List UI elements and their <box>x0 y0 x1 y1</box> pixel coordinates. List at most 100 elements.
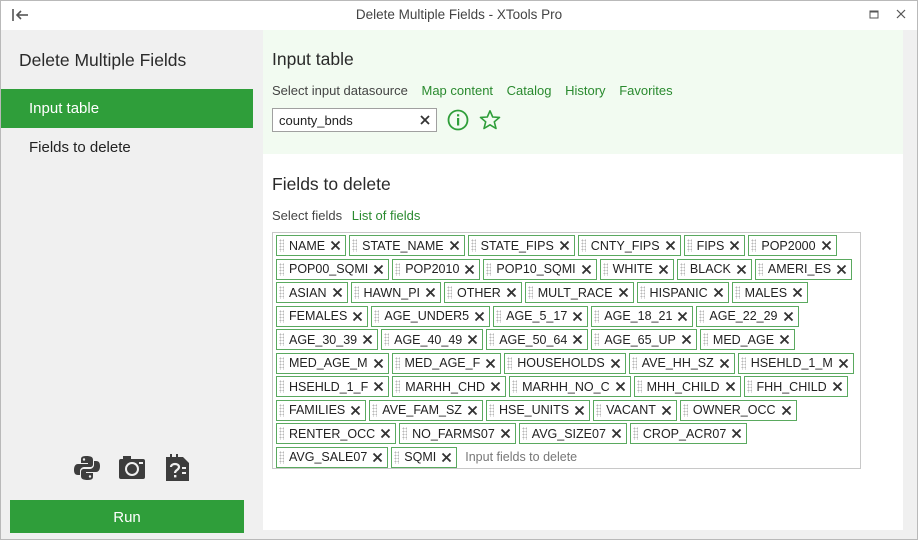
drag-handle-icon[interactable] <box>580 239 586 252</box>
fields-selector[interactable]: NAME STATE_NAME STATE_FIPS CNTY_FIPS FIPS POP… <box>272 232 861 469</box>
field-chip[interactable]: MHH_CHILD <box>633 376 741 397</box>
drag-handle-icon[interactable] <box>279 427 284 440</box>
drag-handle-icon[interactable] <box>686 239 692 252</box>
drag-handle-icon[interactable] <box>374 309 380 323</box>
remove-field-icon[interactable] <box>778 333 791 346</box>
remove-field-icon[interactable] <box>835 263 848 276</box>
remove-field-icon[interactable] <box>329 239 342 252</box>
remove-field-icon[interactable] <box>712 286 725 299</box>
field-chip[interactable]: ASIAN <box>276 282 348 303</box>
scrollbar[interactable] <box>903 30 917 539</box>
remove-field-icon[interactable] <box>660 404 673 417</box>
field-chip[interactable]: FHH_CHILD <box>743 376 848 397</box>
field-chip[interactable]: MED_AGE <box>699 329 796 350</box>
remove-field-icon[interactable] <box>573 404 586 417</box>
remove-field-icon[interactable] <box>735 263 748 276</box>
field-chip[interactable]: STATE_FIPS <box>467 235 575 256</box>
field-chip[interactable]: CROP_ACR07 <box>629 423 748 444</box>
field-chip[interactable]: NAME <box>276 235 347 256</box>
remove-field-icon[interactable] <box>728 239 741 252</box>
field-chip[interactable]: NO_FARMS07 <box>399 423 516 444</box>
remove-field-icon[interactable] <box>676 310 689 323</box>
drag-handle-icon[interactable] <box>757 262 763 276</box>
field-chip[interactable]: HOUSEHOLDS <box>504 352 626 374</box>
field-chip[interactable]: AGE_30_39 <box>276 329 379 350</box>
field-chip[interactable]: FIPS <box>683 235 746 256</box>
drag-handle-icon[interactable] <box>279 403 284 417</box>
remove-field-icon[interactable] <box>379 427 392 440</box>
field-chip[interactable]: AMERI_ES <box>754 258 853 280</box>
field-chip[interactable]: AGE_50_64 <box>486 329 589 350</box>
remove-field-icon[interactable] <box>571 333 584 346</box>
drag-handle-icon[interactable] <box>447 286 453 299</box>
drag-handle-icon[interactable] <box>352 239 358 252</box>
remove-field-icon[interactable] <box>371 451 384 464</box>
field-chip[interactable]: FAMILIES <box>276 399 367 421</box>
field-chip[interactable]: AVE_FAM_SZ <box>369 399 483 421</box>
remove-field-icon[interactable] <box>831 380 844 393</box>
field-chip[interactable]: MALES <box>731 282 809 303</box>
drag-handle-icon[interactable] <box>527 286 533 299</box>
field-chip[interactable]: MARHH_NO_C <box>509 376 631 397</box>
remove-field-icon[interactable] <box>730 427 743 440</box>
remove-field-icon[interactable] <box>558 239 571 252</box>
field-chip[interactable]: HSE_UNITS <box>485 399 591 421</box>
field-chip[interactable]: BLACK <box>676 258 752 280</box>
remove-field-icon[interactable] <box>610 427 623 440</box>
remove-field-icon[interactable] <box>499 427 512 440</box>
field-chip[interactable]: VACANT <box>593 399 677 421</box>
drag-handle-icon[interactable] <box>632 427 638 440</box>
drag-handle-icon[interactable] <box>639 286 645 299</box>
field-chip[interactable]: AVG_SIZE07 <box>518 423 627 444</box>
drag-handle-icon[interactable] <box>353 286 359 299</box>
remove-field-icon[interactable] <box>614 380 627 393</box>
remove-field-icon[interactable] <box>331 286 344 299</box>
favorite-star-icon[interactable] <box>479 109 501 131</box>
remove-field-icon[interactable] <box>466 333 479 346</box>
drag-handle-icon[interactable] <box>279 356 284 370</box>
drag-handle-icon[interactable] <box>486 262 492 276</box>
remove-field-icon[interactable] <box>657 263 670 276</box>
field-chip[interactable]: AGE_40_49 <box>381 329 484 350</box>
help-document-icon[interactable] <box>163 453 191 483</box>
drag-handle-icon[interactable] <box>636 380 642 393</box>
remove-field-icon[interactable] <box>571 310 584 323</box>
drag-handle-icon[interactable] <box>596 403 602 417</box>
field-chip[interactable]: MULT_RACE <box>524 282 634 303</box>
drag-handle-icon[interactable] <box>512 380 518 393</box>
field-chip[interactable]: POP2000 <box>748 235 837 256</box>
field-chip[interactable]: AVE_HH_SZ <box>628 352 735 374</box>
favorites-link[interactable]: Favorites <box>619 83 672 98</box>
drag-handle-icon[interactable] <box>496 309 502 323</box>
field-chip[interactable]: RENTER_OCC <box>276 423 397 444</box>
drag-handle-icon[interactable] <box>521 427 527 440</box>
drag-handle-icon[interactable] <box>279 262 284 276</box>
drag-handle-icon[interactable] <box>594 309 600 323</box>
remove-field-icon[interactable] <box>466 404 479 417</box>
field-chip[interactable]: AGE_65_UP <box>591 329 697 350</box>
close-icon[interactable] <box>894 6 908 22</box>
fields-input-placeholder[interactable]: Input fields to delete <box>465 446 577 469</box>
remove-field-icon[interactable] <box>361 333 374 346</box>
info-icon[interactable] <box>447 109 469 131</box>
run-button[interactable]: Run <box>10 500 244 533</box>
drag-handle-icon[interactable] <box>279 239 284 252</box>
drag-handle-icon[interactable] <box>734 286 740 299</box>
field-chip[interactable]: POP00_SQMI <box>276 258 390 280</box>
field-chip[interactable]: AGE_18_21 <box>591 305 694 327</box>
drag-handle-icon[interactable] <box>395 262 401 276</box>
drag-handle-icon[interactable] <box>394 450 400 464</box>
remove-field-icon[interactable] <box>463 263 476 276</box>
drag-handle-icon[interactable] <box>699 309 705 323</box>
remove-field-icon[interactable] <box>820 239 833 252</box>
drag-handle-icon[interactable] <box>746 380 752 393</box>
drag-handle-icon[interactable] <box>372 403 378 417</box>
field-chip[interactable]: POP2010 <box>392 258 481 280</box>
remove-field-icon[interactable] <box>580 263 593 276</box>
field-chip[interactable]: AGE_22_29 <box>696 305 799 327</box>
drag-handle-icon[interactable] <box>631 356 637 370</box>
drag-handle-icon[interactable] <box>395 380 401 393</box>
drag-handle-icon[interactable] <box>488 403 494 417</box>
field-chip[interactable]: HSEHLD_1_M <box>737 352 854 374</box>
remove-field-icon[interactable] <box>440 451 453 464</box>
